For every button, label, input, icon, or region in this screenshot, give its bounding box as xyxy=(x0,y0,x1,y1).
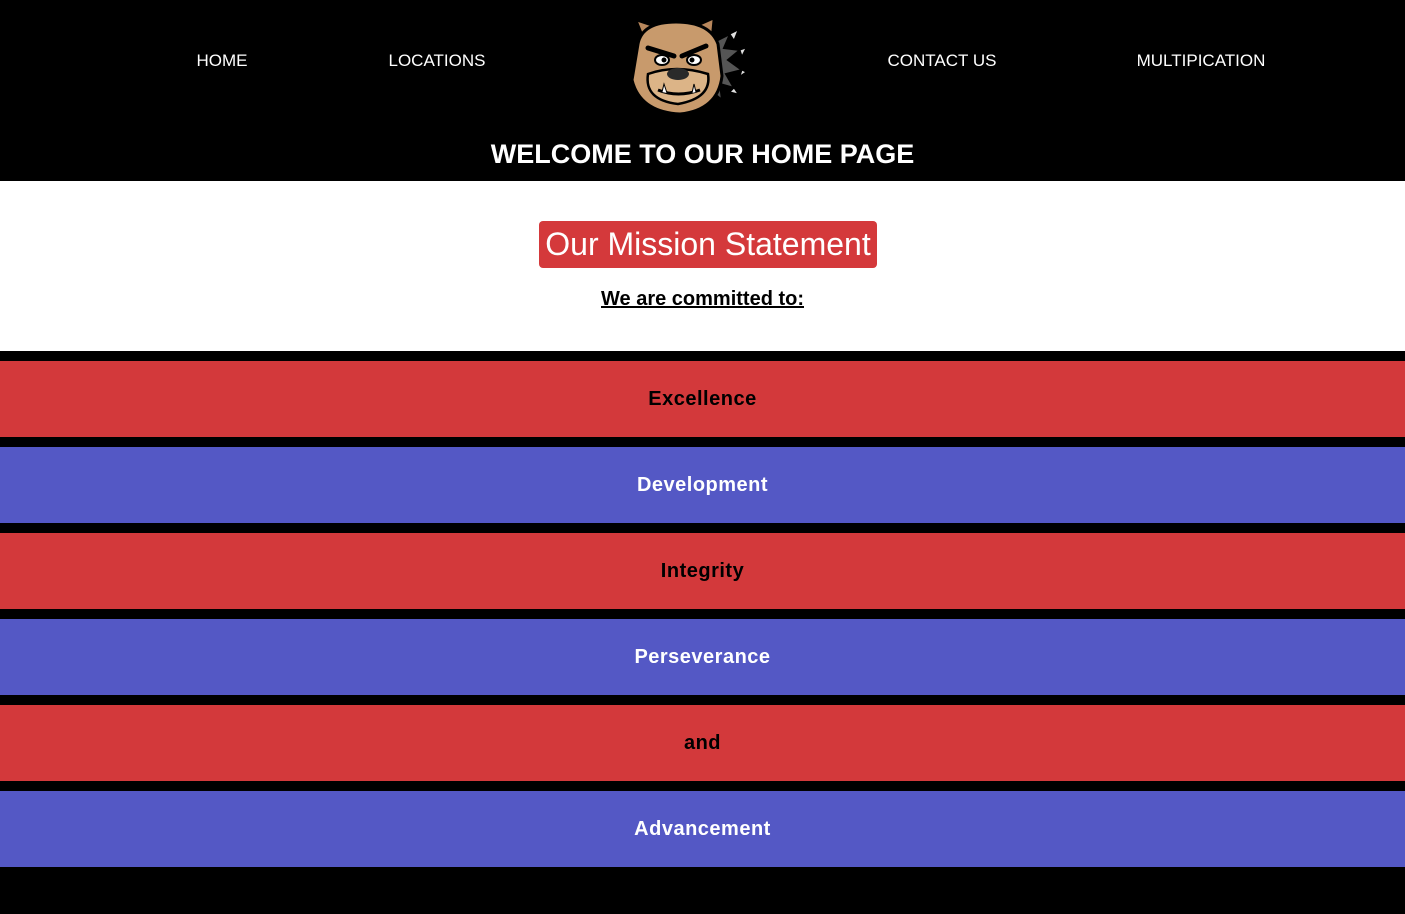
nav-locations-link[interactable]: LOCATIONS xyxy=(389,50,486,72)
nav-contact-link[interactable]: CONTACT US xyxy=(888,50,997,72)
mission-title: Our Mission Statement xyxy=(539,221,877,268)
mission-item-excellence: Excellence xyxy=(0,361,1405,437)
nav-multiplication-link[interactable]: MULTIPICATION xyxy=(1137,50,1266,72)
mission-item-integrity: Integrity xyxy=(0,533,1405,609)
page-title: WELCOME TO OUR HOME PAGE xyxy=(490,139,915,169)
mission-section: Our Mission Statement We are committed t… xyxy=(0,181,1405,351)
mission-subtitle: We are committed to: xyxy=(601,288,804,310)
mission-item-perseverance: Perseverance xyxy=(0,619,1405,695)
mission-item-and: and xyxy=(0,705,1405,781)
bulldog-mascot-icon[interactable] xyxy=(626,14,747,118)
nav-home-link[interactable]: HOME xyxy=(197,50,248,72)
mission-item-advancement: Advancement xyxy=(0,791,1405,867)
mission-item-development: Development xyxy=(0,447,1405,523)
site-header: HOME LOCATIONS CONTACT US MULTIPICATION … xyxy=(0,0,1405,181)
